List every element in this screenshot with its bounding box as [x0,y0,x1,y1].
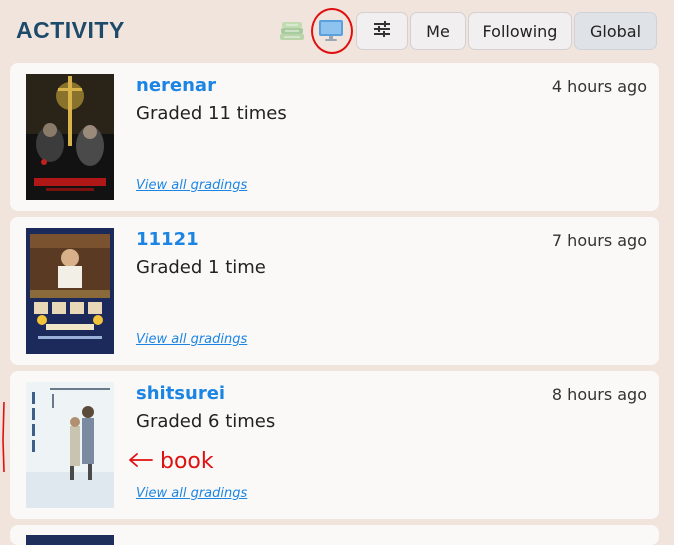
cover-thumbnail[interactable] [26,535,114,545]
view-all-gradings-link[interactable]: View all gradings [136,178,247,193]
sliders-icon [373,21,391,41]
me-button[interactable]: Me [410,12,466,50]
following-button[interactable]: Following [468,12,572,50]
red-circle-annotation [311,8,353,54]
drama-poster[interactable] [26,228,114,354]
activity-card: 11121 7 hours ago Graded 1 time View all… [10,217,659,365]
timestamp: 8 hours ago [551,385,647,404]
activity-card: shitsurei 8 hours ago Graded 6 times Vie… [10,371,659,519]
graded-count: Graded 6 times [136,411,276,432]
header: ACTIVITY Me Following Global [0,0,674,60]
username-link[interactable]: nerenar [136,75,216,96]
book-cover[interactable] [26,382,114,508]
graded-count: Graded 1 time [136,257,266,278]
filter-button[interactable] [356,12,408,50]
activity-card [10,525,659,545]
arrow-annotation: book [126,446,241,474]
activity-card: nerenar 4 hours ago Graded 11 times View… [10,63,659,211]
global-button[interactable]: Global [574,12,657,50]
red-bracket-annotation [0,400,8,475]
timestamp: 4 hours ago [551,77,647,96]
username-link[interactable]: shitsurei [136,383,225,404]
page-title: ACTIVITY [16,17,125,43]
death-note-poster[interactable] [26,74,114,200]
graded-count: Graded 11 times [136,103,287,124]
username-link[interactable]: 11121 [136,229,199,250]
arrow-annotation-text: book [160,449,214,474]
view-all-gradings-link[interactable]: View all gradings [136,332,247,347]
timestamp: 7 hours ago [551,231,647,250]
books-icon[interactable] [278,18,306,42]
view-all-gradings-link[interactable]: View all gradings [136,486,247,501]
